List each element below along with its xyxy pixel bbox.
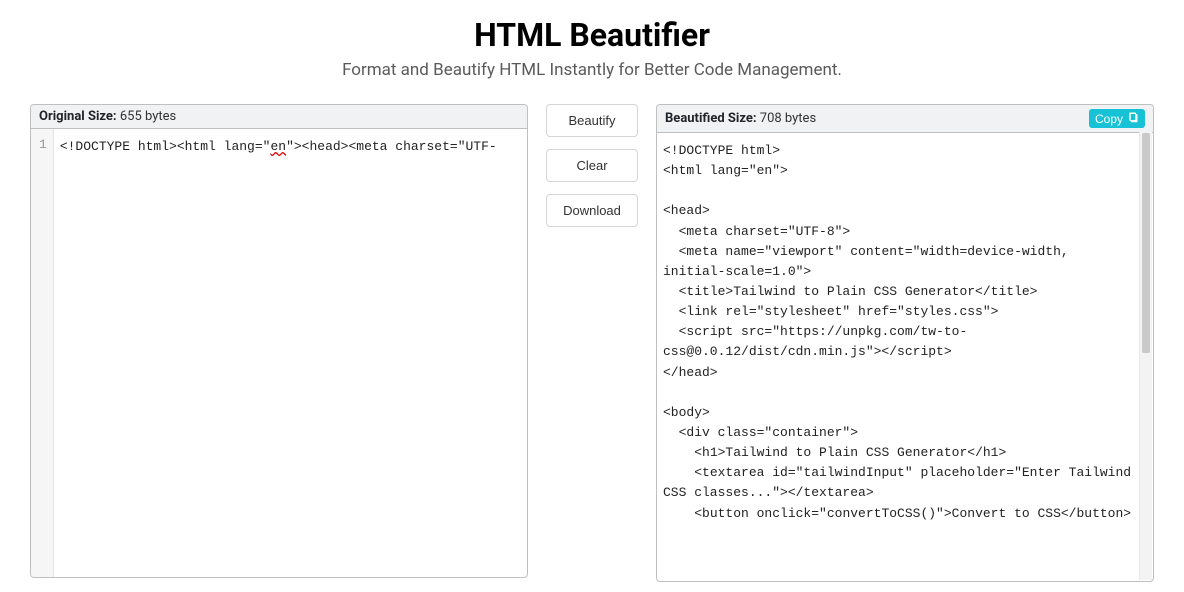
copy-button[interactable]: Copy	[1089, 109, 1145, 128]
page-subtitle: Format and Beautify HTML Instantly for B…	[30, 60, 1154, 80]
copy-icon	[1127, 111, 1139, 126]
original-size-label: Original Size:	[39, 109, 117, 124]
beautified-panel: Beautified Size: 708 bytes Copy <!DOCTYP…	[656, 104, 1154, 582]
code-text-spellerror: en	[270, 139, 286, 154]
clear-button[interactable]: Clear	[546, 149, 638, 182]
line-gutter: 1	[31, 129, 54, 577]
original-size-value: 655 bytes	[120, 109, 176, 124]
beautify-button[interactable]: Beautify	[546, 104, 638, 137]
line-number: 1	[39, 137, 47, 152]
original-panel-header: Original Size: 655 bytes	[31, 105, 527, 129]
beautified-size-value: 708 bytes	[760, 111, 816, 126]
beautified-panel-header: Beautified Size: 708 bytes Copy	[657, 105, 1153, 133]
scroll-thumb[interactable]	[1142, 133, 1150, 353]
code-text: "><head><meta charset="UTF-	[286, 139, 497, 154]
beautified-code-output[interactable]: <!DOCTYPE html> <html lang="en"> <head> …	[657, 133, 1140, 581]
scrollbar[interactable]	[1139, 131, 1152, 580]
download-button[interactable]: Download	[546, 194, 638, 227]
beautified-size-label: Beautified Size:	[665, 111, 757, 126]
original-panel: Original Size: 655 bytes 1 <!DOCTYPE htm…	[30, 104, 528, 578]
page-title: HTML Beautifier	[30, 16, 1154, 54]
copy-label: Copy	[1095, 112, 1123, 126]
action-column: Beautify Clear Download	[546, 104, 638, 227]
code-text: <!DOCTYPE html><html lang="	[60, 139, 271, 154]
original-code-input[interactable]: <!DOCTYPE html><html lang="en"><head><me…	[54, 129, 527, 577]
